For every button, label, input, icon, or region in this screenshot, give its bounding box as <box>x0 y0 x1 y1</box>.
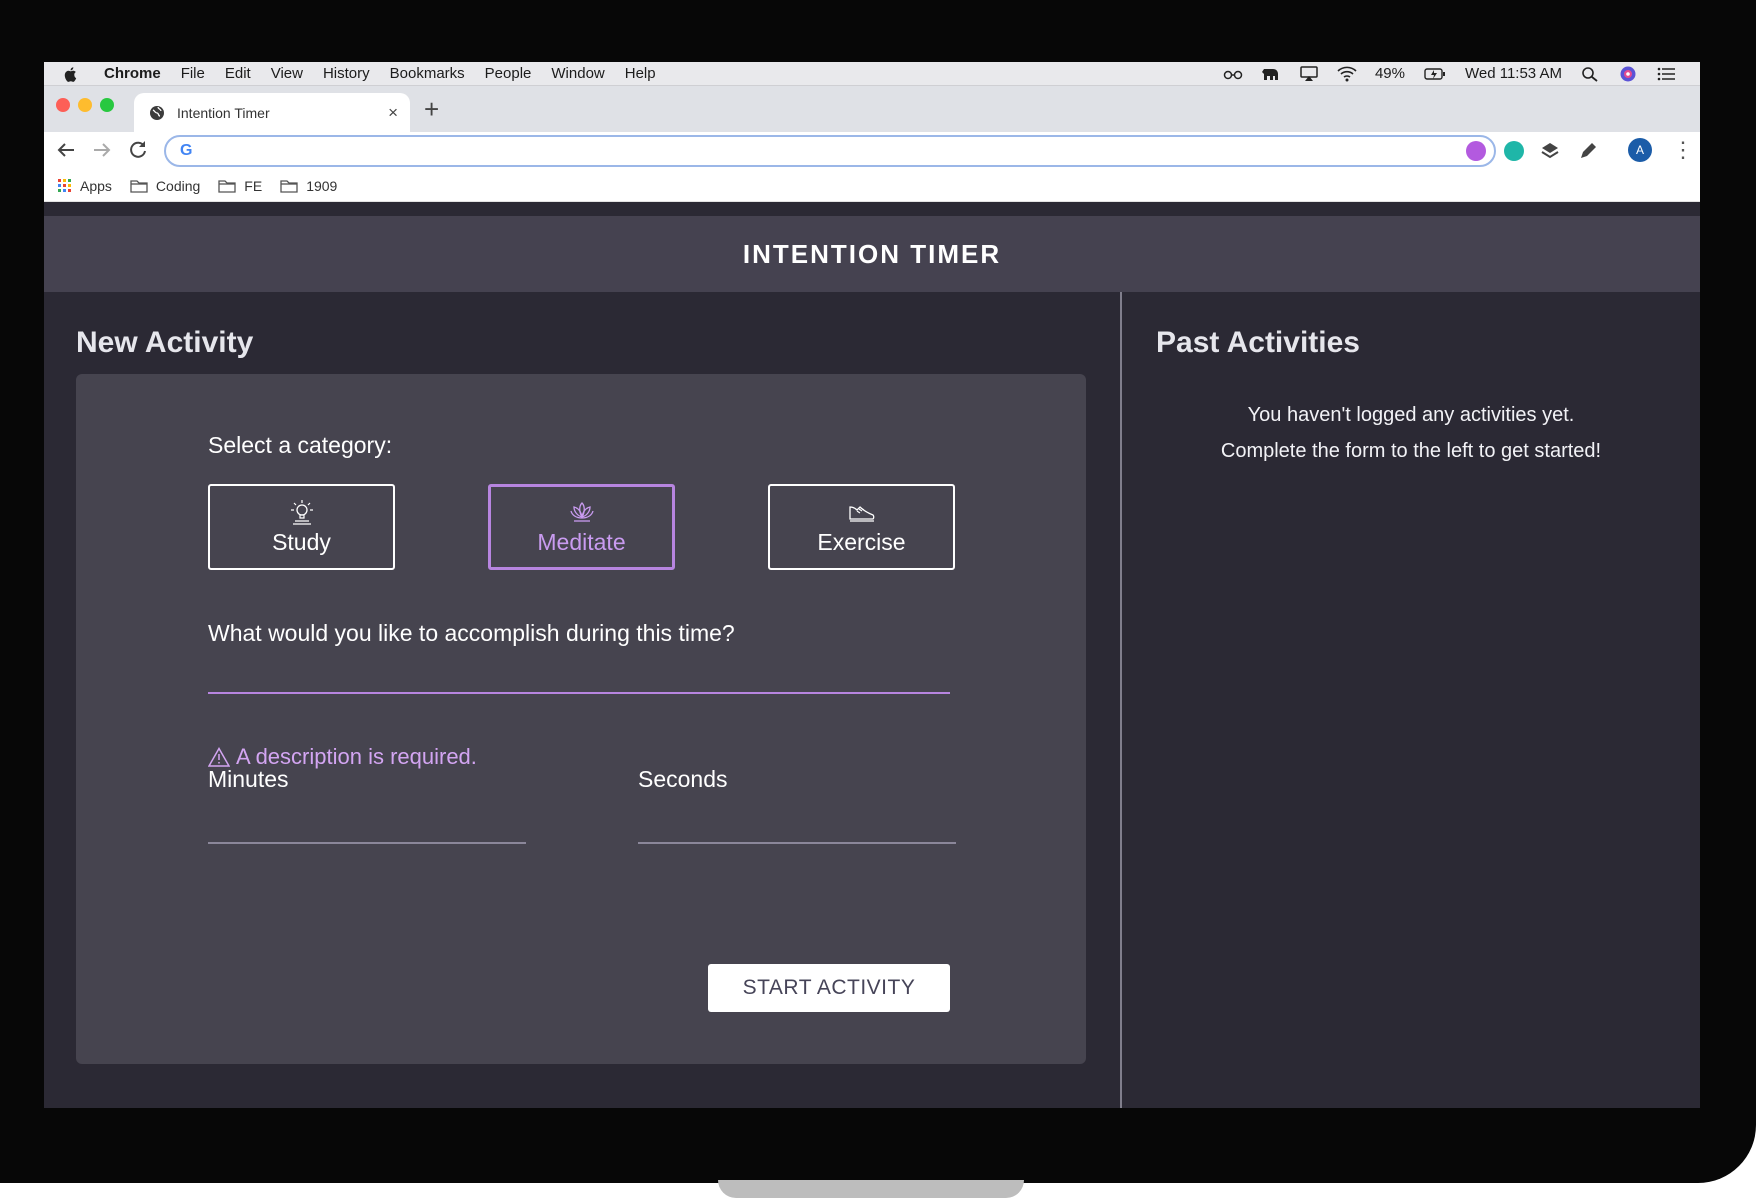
battery-charging-icon[interactable] <box>1423 66 1447 82</box>
notification-center-icon[interactable] <box>1656 66 1676 82</box>
empty-state-line-1: You haven't logged any activities yet. <box>1247 404 1575 426</box>
tab-close-button[interactable]: × <box>388 103 398 123</box>
extension-pen-icon[interactable] <box>1578 141 1598 161</box>
address-bar[interactable]: G <box>164 135 1496 167</box>
elephant-icon[interactable] <box>1261 66 1281 82</box>
menu-help[interactable]: Help <box>625 65 656 82</box>
empty-state-line-2: Complete the form to the left to get sta… <box>1220 440 1602 462</box>
menu-file[interactable]: File <box>181 65 205 82</box>
extension-teal-icon[interactable] <box>1504 141 1524 161</box>
menubar-clock[interactable]: Wed 11:53 AM <box>1465 65 1562 82</box>
siri-icon[interactable] <box>1618 66 1638 82</box>
tab-strip: Intention Timer × + <box>44 86 1700 132</box>
glasses-icon[interactable] <box>1223 66 1243 82</box>
sneaker-icon <box>848 505 874 522</box>
apple-icon[interactable] <box>62 65 80 83</box>
new-activity-panel: New Activity Select a category: Study Me… <box>44 292 1120 1108</box>
bookmark-label: 1909 <box>306 177 338 194</box>
bookmark-folder-fe[interactable]: FE <box>218 178 262 194</box>
category-label: Select a category: <box>208 432 393 458</box>
minutes-input[interactable] <box>208 804 526 844</box>
app-header: INTENTION TIMER <box>44 216 1700 292</box>
bookmark-folder-1909[interactable]: 1909 <box>280 178 337 194</box>
menubar-status-area: 49% Wed 11:53 AM <box>1223 65 1676 82</box>
lotus-icon <box>569 501 594 522</box>
description-label: What would you like to accomplish during… <box>208 620 735 646</box>
past-activities-heading: Past Activities <box>1156 326 1360 359</box>
folder-icon <box>130 179 148 193</box>
wifi-icon[interactable] <box>1337 66 1357 82</box>
exercise-label: Exercise <box>817 528 906 555</box>
window-close-button[interactable] <box>56 98 70 112</box>
globe-icon <box>150 105 164 120</box>
new-activity-form: Select a category: Study Meditate Exerci… <box>76 374 1086 1064</box>
bookmark-label: Apps <box>80 177 112 194</box>
profile-avatar[interactable]: A <box>1628 138 1652 162</box>
menu-window[interactable]: Window <box>551 65 604 82</box>
folder-icon <box>280 179 298 193</box>
laptop-frame: Chrome File Edit View History Bookmarks … <box>0 0 1756 1183</box>
laptop-base <box>718 1180 1024 1198</box>
bookmarks-bar: Apps Coding FE 1909 <box>44 170 1700 202</box>
bookmark-label: Coding <box>155 177 201 194</box>
browser-menu-icon[interactable]: ⋮ <box>1672 138 1694 162</box>
screen: Chrome File Edit View History Bookmarks … <box>44 62 1700 1108</box>
browser-toolbar: G A ⋮ <box>44 132 1700 170</box>
warning-icon <box>208 747 230 767</box>
mac-menubar: Chrome File Edit View History Bookmarks … <box>44 62 1700 86</box>
extension-purple-icon[interactable] <box>1466 141 1486 161</box>
airplay-icon[interactable] <box>1299 65 1319 82</box>
description-input[interactable] <box>208 656 950 694</box>
minutes-label: Minutes <box>208 766 289 792</box>
back-arrow-icon[interactable] <box>54 138 78 162</box>
battery-percent: 49% <box>1374 65 1405 82</box>
bookmark-folder-coding[interactable]: Coding <box>130 178 200 194</box>
forward-arrow-icon[interactable] <box>90 138 114 162</box>
google-g-icon: G <box>180 142 193 159</box>
meditate-label: Meditate <box>537 528 626 555</box>
new-tab-button[interactable]: + <box>424 94 439 125</box>
reload-icon[interactable] <box>126 138 150 162</box>
menu-chrome[interactable]: Chrome <box>104 65 161 82</box>
new-activity-heading: New Activity <box>76 326 254 359</box>
menu-people[interactable]: People <box>485 65 532 82</box>
folder-icon <box>218 179 236 193</box>
spotlight-search-icon[interactable] <box>1580 66 1600 82</box>
tab-title: Intention Timer <box>177 104 270 121</box>
seconds-label: Seconds <box>638 766 728 792</box>
menu-view[interactable]: View <box>271 65 303 82</box>
past-activities-panel: Past Activities You haven't logged any a… <box>1122 292 1700 1108</box>
bookmark-label: FE <box>244 177 263 194</box>
extension-layers-icon[interactable] <box>1540 141 1560 161</box>
app-title: INTENTION TIMER <box>742 238 1002 269</box>
seconds-input[interactable] <box>638 804 956 844</box>
study-label: Study <box>272 528 331 555</box>
window-zoom-button[interactable] <box>100 98 114 112</box>
exercise-button[interactable]: Exercise <box>768 484 955 570</box>
meditate-button[interactable]: Meditate <box>488 484 675 570</box>
lightbulb-icon <box>290 499 313 525</box>
tab-intention-timer[interactable]: Intention Timer × <box>134 93 410 132</box>
address-input[interactable] <box>192 139 1494 163</box>
menu-history[interactable]: History <box>323 65 370 82</box>
menu-bookmarks[interactable]: Bookmarks <box>390 65 465 82</box>
study-button[interactable]: Study <box>208 484 395 570</box>
apps-grid-icon <box>58 178 71 192</box>
menu-edit[interactable]: Edit <box>225 65 251 82</box>
bookmark-apps[interactable]: Apps <box>58 178 112 194</box>
window-minimize-button[interactable] <box>78 98 92 112</box>
start-activity-button[interactable]: START ACTIVITY <box>708 964 950 1012</box>
